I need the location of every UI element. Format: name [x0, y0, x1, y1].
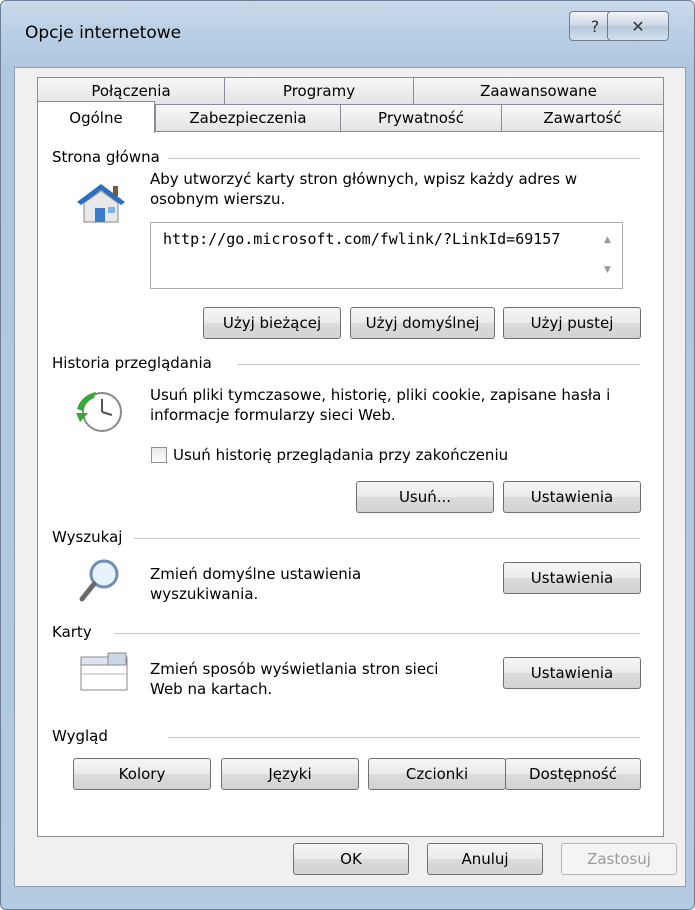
tab-advanced[interactable]: Zaawansowane [413, 77, 664, 104]
button-label: Użyj domyślnej [365, 314, 480, 332]
languages-button[interactable]: Języki [221, 758, 359, 790]
close-icon: ✕ [631, 16, 645, 36]
dialog-client-area: Połączenia Programy Zaawansowane Ogólne … [14, 67, 686, 887]
cards-group-title: Karty [52, 623, 100, 641]
delete-on-exit-label[interactable]: Usuń historię przeglądania przy zakończe… [173, 445, 508, 465]
tab-connections[interactable]: Połączenia [37, 77, 225, 104]
button-label: Ustawienia [530, 569, 614, 587]
home-page-url: http://go.microsoft.com/fwlink/?LinkId=6… [163, 230, 561, 248]
search-description: Zmień domyślne ustawienia wyszukiwania. [150, 565, 362, 603]
scroll-down-arrow-icon[interactable]: ▼ [604, 265, 614, 275]
help-icon: ? [590, 16, 600, 36]
button-label: Ustawienia [530, 664, 614, 682]
close-button[interactable]: ✕ [607, 11, 669, 41]
home-icon [77, 184, 125, 223]
tab-privacy[interactable]: Prywatność [340, 104, 502, 131]
search-settings-button[interactable]: Ustawienia [503, 562, 641, 594]
home-description: Aby utworzyć karty stron głównych, wpisz… [150, 170, 578, 208]
tab-label: Zabezpieczenia [189, 109, 307, 127]
window-title: Opcje internetowe [25, 23, 182, 43]
magnifier-icon [79, 559, 119, 602]
tab-programs[interactable]: Programy [224, 77, 414, 104]
history-description: Usuń pliki tymczasowe, historię, pliki c… [150, 386, 611, 424]
group-divider [114, 633, 640, 634]
ok-button[interactable]: OK [293, 843, 409, 875]
history-group-title: Historia przeglądania [52, 354, 220, 372]
use-current-button[interactable]: Użyj bieżącej [203, 307, 341, 339]
tab-label: Programy [282, 82, 356, 100]
tab-general[interactable]: Ogólne [37, 101, 155, 133]
general-tab-panel: Strona główna Aby utworzyć karty stron g… [37, 131, 664, 837]
scroll-up-arrow-icon[interactable]: ▲ [604, 235, 614, 245]
tab-security[interactable]: Zabezpieczenia [155, 104, 341, 131]
button-label: Kolory [118, 765, 166, 783]
group-divider [134, 538, 640, 539]
home-group-title: Strona główna [52, 148, 168, 166]
apply-button: Zastosuj [561, 843, 677, 875]
use-blank-button[interactable]: Użyj pustej [503, 307, 641, 339]
title-bar[interactable]: Opcje internetowe ? ✕ [1, 1, 694, 67]
tab-label: Prywatność [378, 109, 464, 127]
tab-content[interactable]: Zawartość [501, 104, 664, 131]
internet-options-window: Opcje internetowe ? ✕ Połączenia Program… [0, 0, 695, 910]
button-label: Użyj pustej [530, 314, 614, 332]
accessibility-button[interactable]: Dostępność [505, 758, 641, 790]
group-divider [168, 737, 640, 738]
fonts-button[interactable]: Czcionki [368, 758, 506, 790]
history-clock-icon [76, 392, 122, 432]
button-label: Języki [268, 765, 312, 783]
history-settings-button[interactable]: Ustawienia [503, 481, 641, 513]
cards-description: Zmień sposób wyświetlania stron sieci We… [150, 660, 439, 698]
button-label: OK [340, 850, 362, 868]
group-divider [238, 364, 640, 365]
tab-label: Połączenia [91, 82, 171, 100]
tab-label: Ogólne [69, 108, 123, 127]
tab-label: Zaawansowane [480, 82, 597, 100]
delete-history-button[interactable]: Usuń... [356, 481, 494, 513]
delete-on-exit-checkbox[interactable] [151, 447, 167, 463]
tabs-icon [80, 652, 128, 691]
tabs-settings-button[interactable]: Ustawienia [503, 657, 641, 689]
cancel-button[interactable]: Anuluj [427, 843, 543, 875]
button-label: Dostępność [529, 765, 617, 783]
use-default-button[interactable]: Użyj domyślnej [350, 307, 495, 339]
tab-label: Zawartość [543, 109, 622, 127]
button-label: Zastosuj [587, 850, 651, 868]
button-label: Usuń... [398, 488, 452, 506]
button-label: Ustawienia [530, 488, 614, 506]
button-label: Czcionki [405, 765, 469, 783]
button-label: Użyj bieżącej [222, 314, 322, 332]
home-page-url-input[interactable]: http://go.microsoft.com/fwlink/?LinkId=6… [150, 222, 623, 289]
button-label: Anuluj [461, 850, 509, 868]
group-divider [168, 158, 640, 159]
search-group-title: Wyszukaj [52, 528, 131, 546]
colors-button[interactable]: Kolory [73, 758, 211, 790]
appearance-group-title: Wygląd [52, 727, 116, 745]
